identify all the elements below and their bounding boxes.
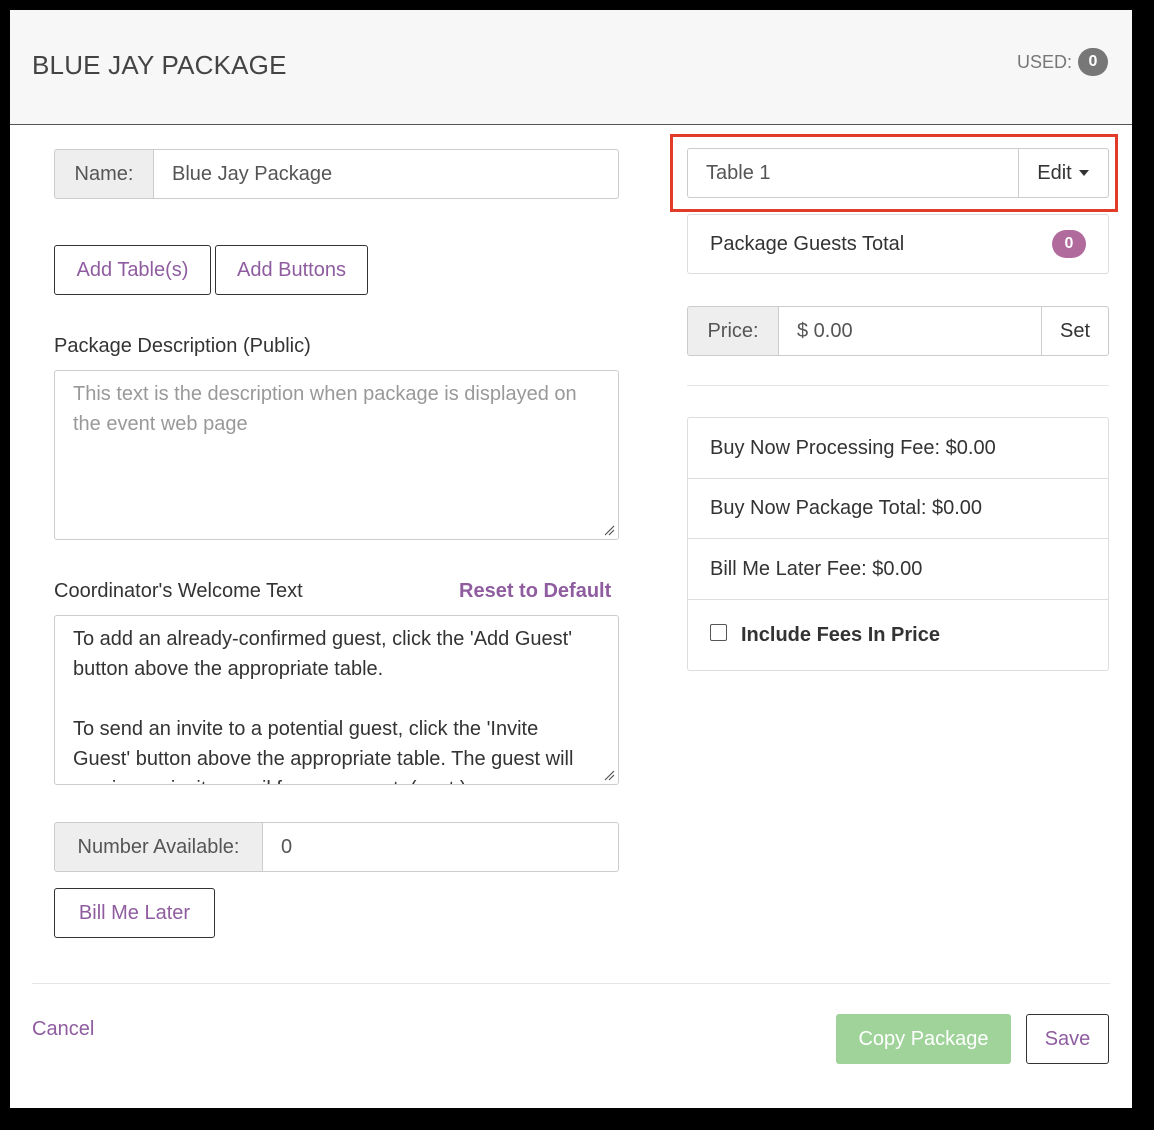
include-fees-checkbox[interactable] bbox=[710, 623, 727, 641]
bill-later-fee-text: Bill Me Later Fee: $0.00 bbox=[710, 557, 923, 580]
reset-default-link[interactable]: Reset to Default bbox=[459, 580, 611, 603]
modal-header: BLUE JAY PACKAGE USED: 0 bbox=[10, 10, 1132, 125]
processing-fee-text: Buy Now Processing Fee: $0.00 bbox=[710, 436, 996, 459]
description-textarea[interactable]: This text is the description when packag… bbox=[54, 370, 619, 540]
fees-panel: Buy Now Processing Fee: $0.00 Buy Now Pa… bbox=[687, 417, 1109, 671]
welcome-paragraph-1: To add an already-confirmed guest, click… bbox=[73, 628, 573, 680]
edit-label: Edit bbox=[1037, 161, 1072, 184]
guests-total-panel: Package Guests Total 0 bbox=[687, 214, 1109, 274]
price-label: Price: bbox=[687, 306, 779, 356]
price-input[interactable]: $ 0.00 bbox=[778, 306, 1042, 356]
used-label: USED: bbox=[1016, 51, 1072, 72]
add-tables-button[interactable]: Add Table(s) bbox=[54, 245, 211, 295]
number-available-label: Number Available: bbox=[54, 822, 263, 872]
set-price-button[interactable]: Set bbox=[1041, 306, 1109, 356]
table-select-input[interactable]: Table 1 bbox=[687, 148, 1019, 198]
package-total-row: Buy Now Package Total: $0.00 bbox=[688, 479, 1108, 539]
welcome-paragraph-2: To send an invite to a potential guest, … bbox=[73, 718, 574, 784]
processing-fee-row: Buy Now Processing Fee: $0.00 bbox=[688, 418, 1108, 479]
page-title: BLUE JAY PACKAGE bbox=[32, 50, 287, 80]
guests-total-label: Package Guests Total bbox=[710, 232, 905, 255]
resize-handle-icon[interactable] bbox=[603, 769, 615, 781]
edit-dropdown-button[interactable]: Edit bbox=[1018, 148, 1109, 198]
include-fees-label: Include Fees In Price bbox=[741, 623, 940, 646]
name-label: Name: bbox=[54, 149, 154, 199]
guests-total-badge: 0 bbox=[1052, 230, 1086, 258]
save-button[interactable]: Save bbox=[1026, 1014, 1109, 1064]
bill-me-later-button[interactable]: Bill Me Later bbox=[54, 888, 215, 938]
welcome-label: Coordinator's Welcome Text bbox=[54, 580, 303, 602]
name-input[interactable]: Blue Jay Package bbox=[153, 149, 619, 199]
number-available-input[interactable]: 0 bbox=[262, 822, 619, 872]
used-indicator: USED: 0 bbox=[1017, 48, 1108, 76]
divider bbox=[687, 385, 1109, 386]
used-count-badge: 0 bbox=[1078, 48, 1108, 76]
caret-down-icon bbox=[1078, 170, 1089, 176]
add-buttons-button[interactable]: Add Buttons bbox=[215, 245, 368, 295]
description-label: Package Description (Public) bbox=[54, 335, 311, 357]
cancel-link[interactable]: Cancel bbox=[32, 1018, 94, 1041]
include-fees-row: Include Fees In Price bbox=[688, 600, 1108, 670]
package-modal: BLUE JAY PACKAGE USED: 0 Name: Blue Jay … bbox=[10, 10, 1132, 1108]
description-placeholder: This text is the description when packag… bbox=[73, 383, 577, 435]
footer-divider bbox=[32, 983, 1110, 984]
copy-package-button[interactable]: Copy Package bbox=[836, 1014, 1011, 1064]
welcome-textarea[interactable]: To add an already-confirmed guest, click… bbox=[54, 615, 619, 785]
package-total-text: Buy Now Package Total: $0.00 bbox=[710, 497, 983, 519]
resize-handle-icon[interactable] bbox=[603, 524, 615, 536]
bill-later-fee-row: Bill Me Later Fee: $0.00 bbox=[688, 539, 1108, 600]
